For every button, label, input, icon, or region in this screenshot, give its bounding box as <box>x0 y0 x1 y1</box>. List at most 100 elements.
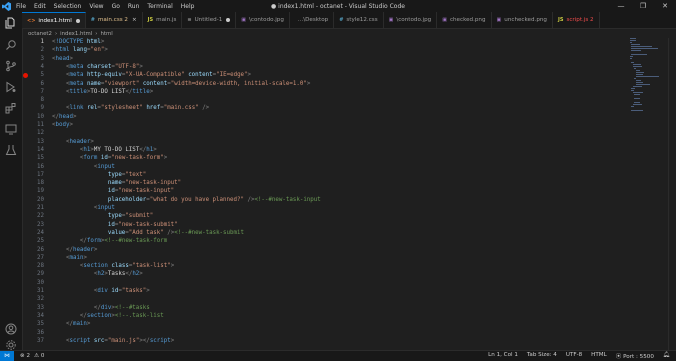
code-line[interactable]: 37 <script src="main.js"></script> <box>22 337 630 345</box>
editor-scrollbar[interactable] <box>668 38 676 350</box>
line-number: 6 <box>40 80 45 87</box>
line-number: 18 <box>37 180 44 187</box>
line-number: 37 <box>37 337 44 344</box>
code-line[interactable]: 28 <section class="task-list"> <box>22 262 630 270</box>
menu-view[interactable]: View <box>89 3 103 10</box>
title-bar: File Edit Selection View Go Run Terminal Help ●… <box>0 0 676 12</box>
code-line[interactable]: 25 </form><!--#new-task-form <box>22 237 630 245</box>
minimap-line <box>635 72 644 73</box>
minimap-line <box>632 92 644 93</box>
breadcrumb-file[interactable]: index1.html <box>60 31 92 37</box>
code-line[interactable]: 8 <box>22 96 630 104</box>
code-line[interactable]: 26 </header> <box>22 246 630 254</box>
code-line[interactable]: 33 </div><!--#tasks <box>22 304 630 312</box>
language-mode[interactable]: HTML <box>591 352 607 360</box>
code-line[interactable]: 20 placeholder="what do you have planned… <box>22 196 630 204</box>
menu-edit[interactable]: Edit <box>34 3 46 10</box>
menu-go[interactable]: Go <box>112 3 120 10</box>
code-line[interactable]: 6 <meta name="viewport" content="width=d… <box>22 80 630 88</box>
menu-terminal[interactable]: Terminal <box>147 3 172 10</box>
code-line[interactable]: 7 <title>TO-DO LIST</title> <box>22 88 630 96</box>
code-line[interactable]: 35 </main> <box>22 320 630 328</box>
tab-10[interactable]: JS script.js 2 <box>553 12 600 28</box>
close-tab-icon[interactable]: × <box>132 17 137 23</box>
maximize-button[interactable]: ❐ <box>632 0 654 12</box>
code-line[interactable]: 31 <div id="tasks"> <box>22 287 630 295</box>
code-line[interactable]: 9 <link rel="stylesheet" href="main.css"… <box>22 104 630 112</box>
account-icon[interactable] <box>4 322 18 336</box>
explorer-icon[interactable] <box>4 16 18 30</box>
code-line[interactable]: 2 <html lang="en"> <box>22 46 630 54</box>
line-number: 17 <box>37 171 44 178</box>
minimize-button[interactable]: — <box>610 0 632 12</box>
testing-icon[interactable] <box>4 143 18 157</box>
unsaved-dot-icon[interactable] <box>75 18 80 23</box>
encoding[interactable]: UTF-8 <box>566 352 582 360</box>
breadcrumb-symbol[interactable]: html <box>100 31 112 37</box>
code-line[interactable]: 5 <meta http-equiv="X-UA-Compatible" con… <box>22 71 630 79</box>
problems-warnings[interactable]: ⚠ 0 <box>34 353 44 359</box>
file-type-icon: ▣ <box>442 17 447 23</box>
live-server-port[interactable]: ⦿ Port : 5500 <box>616 352 654 360</box>
remote-explorer-icon[interactable] <box>4 122 18 136</box>
close-window-button[interactable]: ✕ <box>654 0 676 12</box>
code-line[interactable]: 30 <box>22 279 630 287</box>
tab-2[interactable]: JS main.js <box>143 12 183 28</box>
line-number: 27 <box>37 254 44 261</box>
code-line[interactable]: 23 id="new-task-submit" <box>22 221 630 229</box>
search-icon[interactable] <box>4 38 18 52</box>
cursor-position[interactable]: Ln 1, Col 1 <box>488 352 518 360</box>
menu-help[interactable]: Help <box>181 3 195 10</box>
code-editor[interactable]: 1 <!DOCTYPE html> 2 <html lang="en"> 3 <head>… <box>22 38 630 350</box>
code-line[interactable]: 32 <box>22 295 630 303</box>
menu-file[interactable]: File <box>16 3 26 10</box>
code-line[interactable]: 13 <header> <box>22 138 630 146</box>
unsaved-dot-icon[interactable] <box>226 18 231 22</box>
tab-0[interactable]: <> index1.html <box>22 12 86 28</box>
tab-9[interactable]: ▣ unchecked.png <box>492 12 553 28</box>
code-line[interactable]: 11 <body> <box>22 121 630 129</box>
minimap-line <box>635 84 651 85</box>
code-line[interactable]: 24 value="Add task" /><!--#new-task-subm… <box>22 229 630 237</box>
run-debug-icon[interactable] <box>4 80 18 94</box>
code-line[interactable]: 1 <!DOCTYPE html> <box>22 38 630 46</box>
source-control-icon[interactable] <box>4 59 18 73</box>
code-line[interactable]: 15 <form id="new-task-form"> <box>22 154 630 162</box>
code-line[interactable]: 22 type="submit" <box>22 212 630 220</box>
code-line[interactable]: 14 <h1>MY TO-DO LIST</h1> <box>22 146 630 154</box>
code-line[interactable]: 10 </head> <box>22 113 630 121</box>
breadcrumb: octanet2 › index1.html › html <box>22 29 668 38</box>
code-line[interactable]: 12 <box>22 129 630 137</box>
code-line[interactable]: 36 <box>22 329 630 337</box>
code-line[interactable]: 27 <main> <box>22 254 630 262</box>
code-line[interactable]: 4 <meta charset="UTF-8"> <box>22 63 630 71</box>
code-line[interactable]: 21 <input <box>22 204 630 212</box>
code-line[interactable]: 18 name="new-task-input" <box>22 179 630 187</box>
tab-4[interactable]: ▣ \contodo.jpg <box>236 12 290 28</box>
menu-selection[interactable]: Selection <box>54 3 82 10</box>
tab-1[interactable]: # main.css 2 × <box>86 12 143 28</box>
tab-6[interactable]: # style12.css <box>334 12 384 28</box>
indentation[interactable]: Tab Size: 4 <box>527 352 557 360</box>
code-line[interactable]: 19 id="new-task-input" <box>22 187 630 195</box>
tab-label: \contodo.jpg <box>249 17 284 23</box>
code-line[interactable]: 29 <h2>Tasks</h2> <box>22 270 630 278</box>
minimap-line <box>630 56 633 57</box>
code-line[interactable]: 3 <head> <box>22 55 630 63</box>
extensions-icon[interactable] <box>4 101 18 115</box>
line-number: 32 <box>37 296 44 303</box>
tab-5[interactable]: ...\Desktop <box>290 12 335 28</box>
minimap[interactable] <box>630 38 668 350</box>
code-line[interactable]: 17 type="text" <box>22 171 630 179</box>
tab-7[interactable]: ▣ \contodo.jpg <box>384 12 438 28</box>
tab-3[interactable]: ≡ Untitled-1 <box>182 12 237 28</box>
menu-run[interactable]: Run <box>128 3 140 10</box>
file-type-icon: ▣ <box>241 17 247 23</box>
problems-errors[interactable]: ⊗ 2 <box>20 353 30 359</box>
notifications-bell-icon[interactable]: 🔔︎ <box>663 352 670 360</box>
tab-8[interactable]: ▣ checked.png <box>437 12 492 28</box>
code-line[interactable]: 34 </section><!--.task-list <box>22 312 630 320</box>
line-number: 4 <box>40 63 45 70</box>
code-line[interactable]: 16 <input <box>22 163 630 171</box>
breadcrumb-folder[interactable]: octanet2 <box>28 31 52 37</box>
